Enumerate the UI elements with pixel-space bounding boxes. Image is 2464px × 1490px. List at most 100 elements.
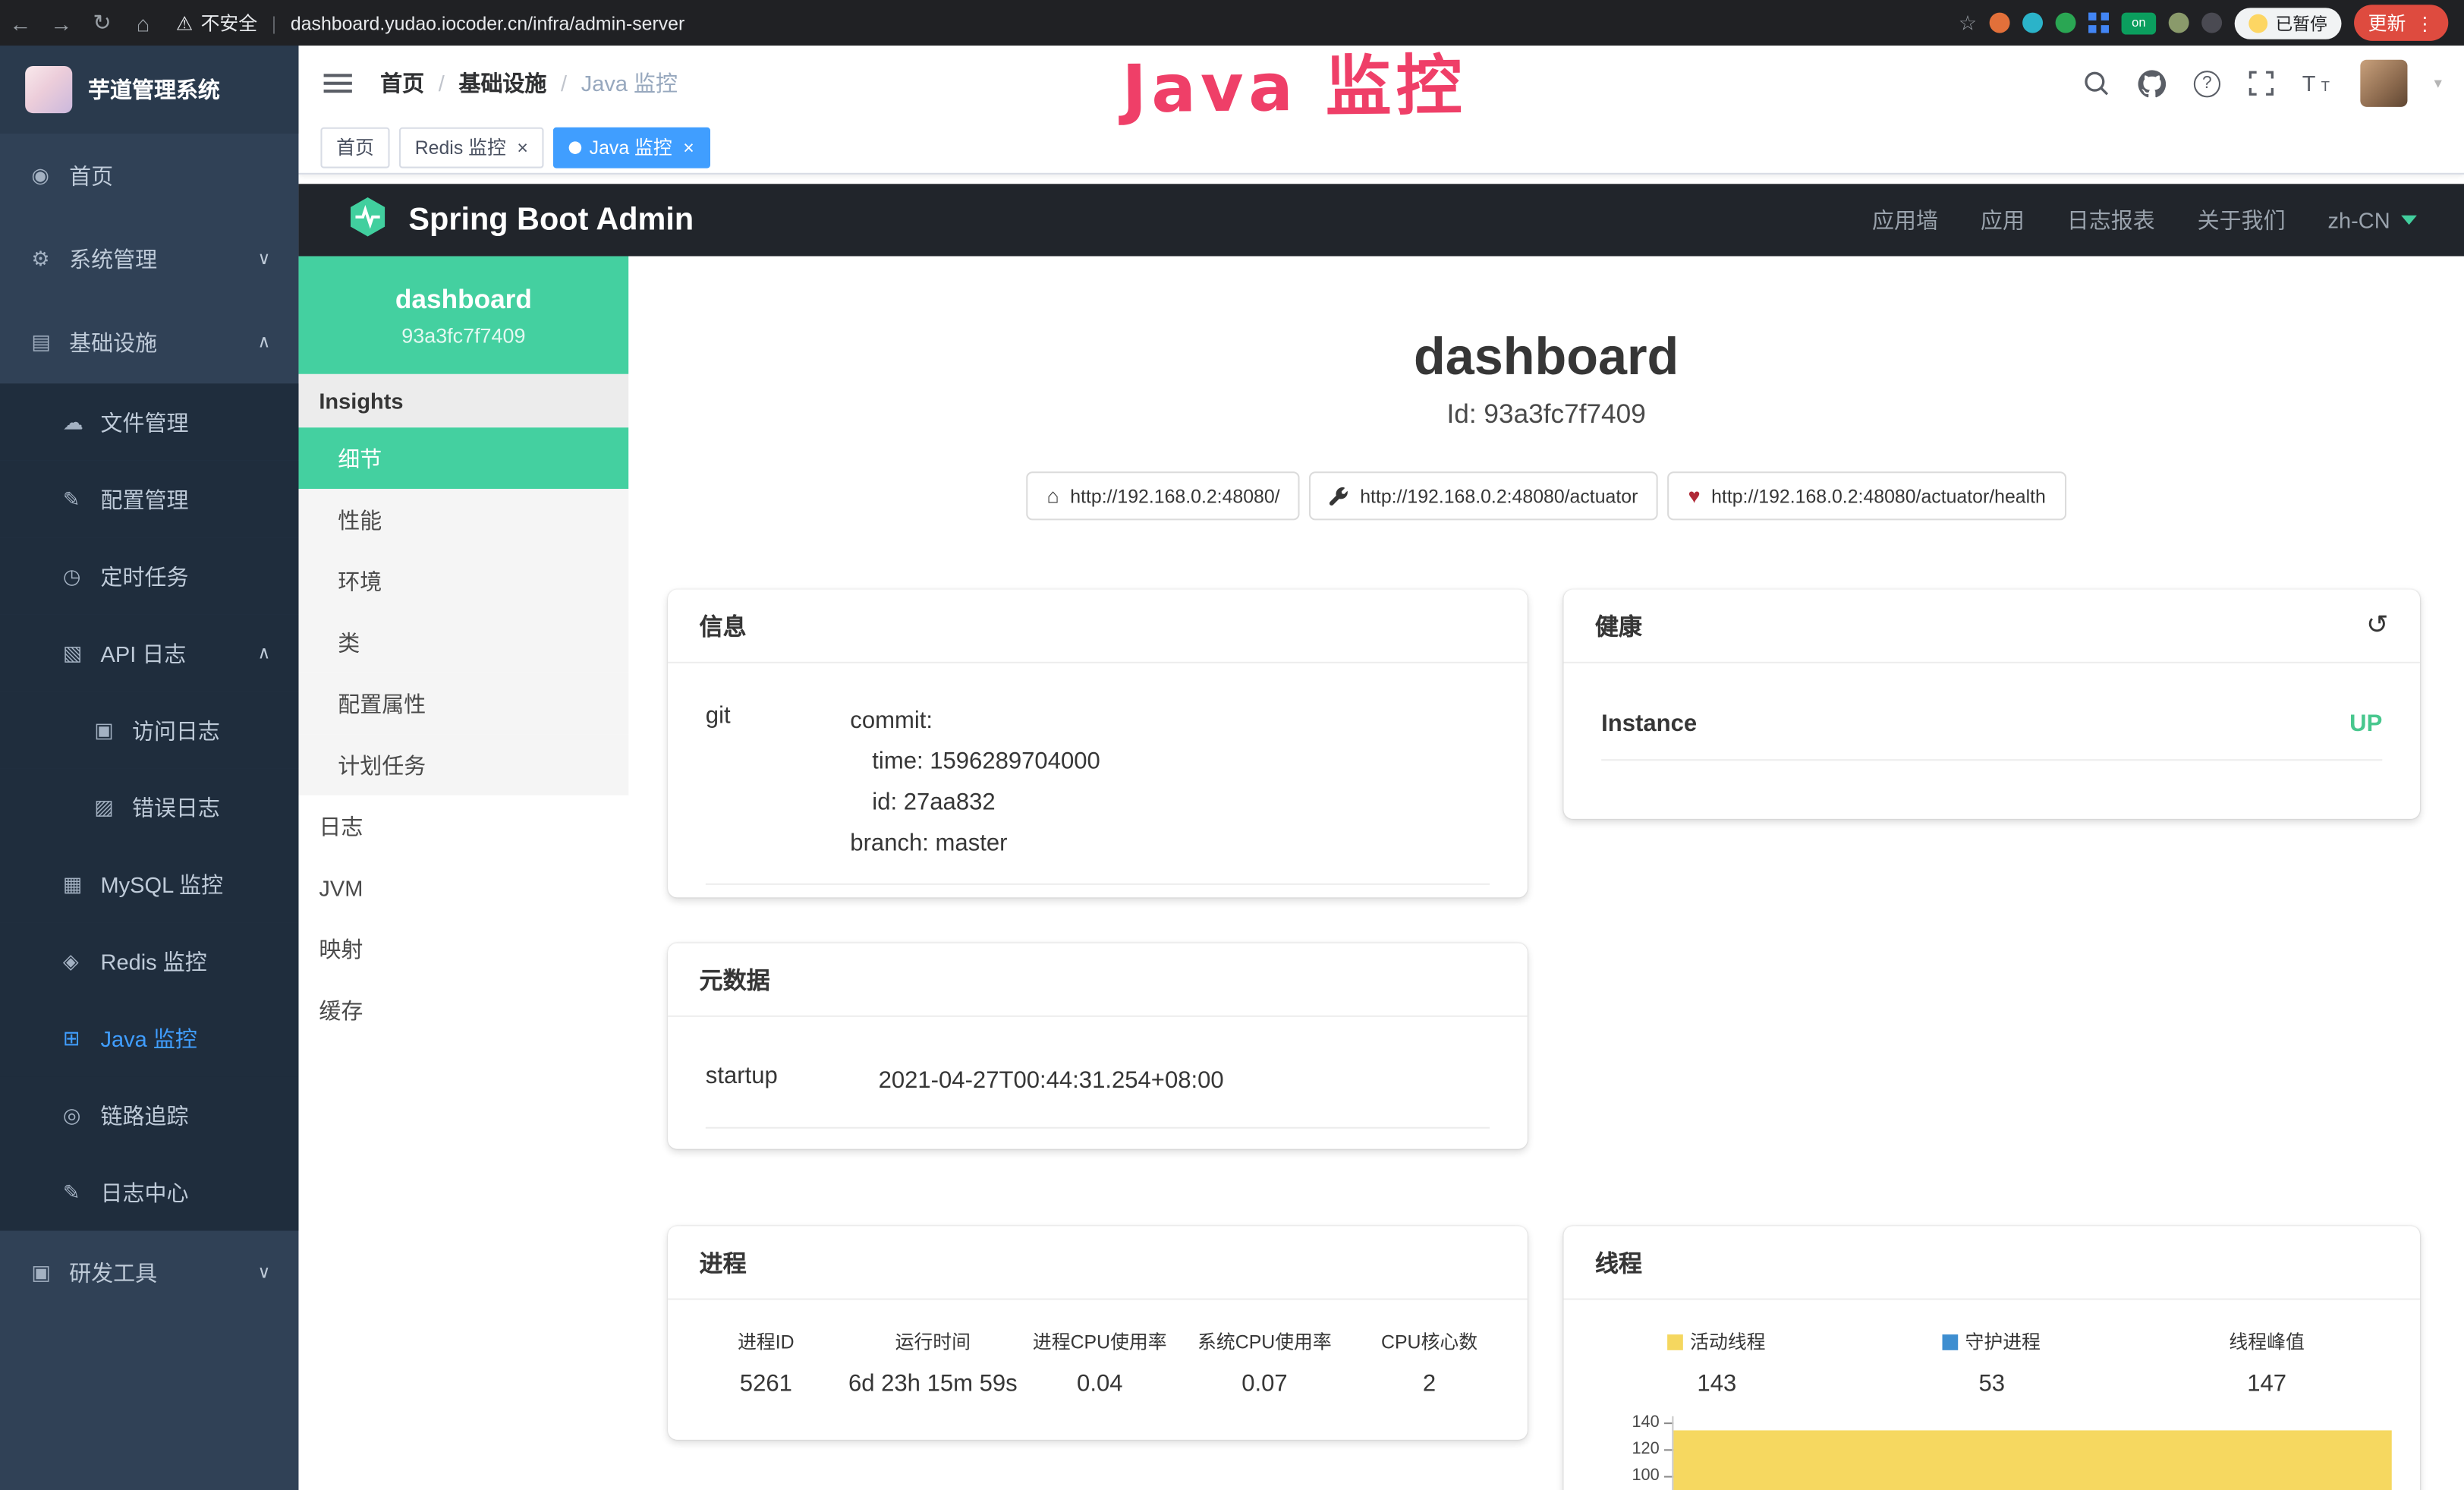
sidebar-item-label: 日志中心	[101, 1177, 189, 1208]
tab-home[interactable]: 首页	[320, 127, 389, 168]
tab-label: 首页	[336, 134, 374, 160]
browser-forward-icon[interactable]: →	[41, 10, 82, 35]
health-url-button[interactable]: ♥ http://192.168.0.2:48080/actuator/heal…	[1668, 471, 2066, 520]
breadcrumb-infrastructure[interactable]: 基础设施	[458, 68, 546, 99]
sidebar-item-tracing[interactable]: ◎ 链路追踪	[0, 1076, 298, 1153]
bookmark-star-icon[interactable]: ☆	[1959, 10, 1977, 35]
browser-back-icon[interactable]: ←	[0, 10, 41, 35]
extension-icon-green[interactable]	[2056, 13, 2076, 33]
extension-icon-dark[interactable]	[2201, 13, 2222, 33]
stat-value: 53	[1855, 1371, 2129, 1397]
update-button[interactable]: 更新 ⋮	[2354, 5, 2448, 41]
threads-chart: 140 120 100	[1673, 1416, 2391, 1490]
tab-java-monitor[interactable]: Java 监控 ×	[553, 127, 710, 168]
instance-header[interactable]: dashboard 93a3fc7f7409	[298, 257, 628, 374]
sidebar-item-java-monitor[interactable]: ⊞ Java 监控	[0, 1000, 298, 1076]
chevron-up-icon: ∧	[257, 332, 270, 352]
sba-navbar: Spring Boot Admin 应用墙 应用 日志报表 关于我们 zh-CN	[298, 184, 2464, 256]
spring-boot-admin-frame: Spring Boot Admin 应用墙 应用 日志报表 关于我们 zh-CN…	[298, 175, 2464, 1490]
gear-icon: ⚙	[31, 246, 69, 271]
java-icon: ⊞	[63, 1025, 101, 1051]
instance-title: dashboard	[628, 327, 2464, 387]
sidebar-item-label: Redis 监控	[101, 946, 207, 977]
sidebar-item-redis-monitor[interactable]: ◈ Redis 监控	[0, 923, 298, 1000]
infrastructure-icon: ▤	[31, 329, 69, 354]
instance-url-button[interactable]: ⌂ http://192.168.0.2:48080/	[1027, 471, 1301, 520]
stat-label: CPU核心数	[1347, 1328, 1512, 1355]
fullscreen-icon[interactable]	[2247, 69, 2275, 97]
address-bar[interactable]: ⚠ 不安全 | dashboard.yudao.iocoder.cn/infra…	[176, 9, 684, 36]
browser-home-icon[interactable]: ⌂	[123, 10, 164, 35]
user-avatar[interactable]	[2360, 60, 2407, 107]
nav-applications[interactable]: 应用	[1981, 204, 2025, 235]
sidebar-item-home[interactable]: ◉ 首页	[0, 134, 298, 217]
sidebar-item-config-management[interactable]: ✎ 配置管理	[0, 461, 298, 537]
help-icon[interactable]: ?	[2194, 70, 2220, 96]
search-icon[interactable]	[2082, 69, 2110, 97]
metadata-key: startup	[706, 1061, 879, 1102]
history-icon[interactable]: ↺	[2366, 610, 2389, 641]
breadcrumb-home[interactable]: 首页	[380, 68, 424, 99]
sidebar-item-label: 定时任务	[101, 560, 189, 591]
extension-icon-leaf[interactable]	[2169, 13, 2189, 33]
sidebar-item-label: 研发工具	[69, 1257, 157, 1288]
language-select[interactable]: zh-CN	[2328, 207, 2417, 232]
font-size-icon[interactable]: TT	[2302, 71, 2333, 96]
close-icon[interactable]: ×	[517, 136, 528, 158]
sba-item-details[interactable]: 细节	[298, 427, 628, 489]
stat-cpu-cores: CPU核心数 2	[1347, 1328, 1512, 1397]
sba-item-scheduled-tasks[interactable]: 计划任务	[298, 734, 628, 795]
sba-item-mappings[interactable]: 映射	[298, 918, 628, 979]
sba-item-caches[interactable]: 缓存	[298, 979, 628, 1041]
stat-label: 线程峰值	[2229, 1328, 2304, 1355]
sba-item-logs[interactable]: 日志	[298, 795, 628, 857]
warning-icon: ⚠	[176, 12, 193, 34]
github-icon[interactable]	[2137, 68, 2167, 98]
sidebar-item-api-logs[interactable]: ▧ API 日志 ∧	[0, 615, 298, 691]
card-title: 元数据	[700, 962, 770, 995]
extension-on-badge[interactable]: on	[2122, 12, 2157, 34]
mysql-icon: ▦	[63, 871, 101, 896]
sidebar-item-infrastructure[interactable]: ▤ 基础设施 ∧	[0, 301, 298, 384]
sba-item-environment[interactable]: 环境	[298, 550, 628, 612]
sba-item-jvm[interactable]: JVM	[298, 857, 628, 918]
nav-wall[interactable]: 应用墙	[1872, 204, 1938, 235]
sidebar-item-label: 首页	[69, 159, 113, 191]
sidebar-item-error-logs[interactable]: ▨ 错误日志	[0, 769, 298, 846]
sidebar-item-label: 基础设施	[69, 326, 157, 358]
metadata-row: startup 2021-04-27T00:44:31.254+08:00	[706, 1061, 1490, 1129]
browser-reload-icon[interactable]: ↻	[82, 9, 123, 36]
sidebar-item-label: 错误日志	[132, 792, 220, 823]
tab-label: Redis 监控	[415, 134, 506, 160]
brand-title[interactable]: Spring Boot Admin	[408, 202, 694, 238]
sidebar-item-system-management[interactable]: ⚙ 系统管理 ∨	[0, 217, 298, 301]
heart-icon: ♥	[1688, 484, 1701, 508]
tab-redis-monitor[interactable]: Redis 监控 ×	[399, 127, 544, 168]
chevron-down-icon[interactable]: ▾	[2434, 74, 2442, 92]
legend-live-threads-swatch	[1668, 1334, 1684, 1350]
sidebar-item-scheduled-jobs[interactable]: ◷ 定时任务	[0, 537, 298, 614]
sba-item-config-props[interactable]: 配置属性	[298, 673, 628, 734]
sba-item-classes[interactable]: 类	[298, 612, 628, 673]
stat-label: 运行时间	[848, 1328, 1018, 1355]
sidebar-item-file-management[interactable]: ☁ 文件管理	[0, 383, 298, 460]
nav-journal[interactable]: 日志报表	[2067, 204, 2155, 235]
sidebar-item-dev-tools[interactable]: ▣ 研发工具 ∨	[0, 1230, 298, 1314]
instance-links: ⌂ http://192.168.0.2:48080/ http://192.1…	[628, 471, 2464, 520]
paused-badge[interactable]: 已暂停	[2235, 7, 2342, 38]
kebab-icon[interactable]: ⋮	[2415, 12, 2434, 34]
hamburger-icon[interactable]	[324, 74, 352, 93]
sba-item-performance[interactable]: 性能	[298, 489, 628, 550]
git-time-line: time: 1596289704000	[850, 742, 1100, 783]
actuator-url-button[interactable]: http://192.168.0.2:48080/actuator	[1310, 471, 1658, 520]
sidebar-item-access-logs[interactable]: ▣ 访问日志	[0, 691, 298, 768]
info-git-row: git commit: time: 1596289704000 id: 27aa…	[706, 701, 1490, 885]
chevron-down-icon: ∨	[257, 248, 270, 269]
extension-grid-icon[interactable]	[2088, 13, 2109, 33]
nav-about[interactable]: 关于我们	[2198, 204, 2286, 235]
close-icon[interactable]: ×	[683, 136, 694, 158]
sidebar-item-log-center[interactable]: ✎ 日志中心	[0, 1154, 298, 1230]
extension-icon-teal[interactable]	[2022, 13, 2043, 33]
extension-icon-orange[interactable]	[1990, 13, 2010, 33]
sidebar-item-mysql-monitor[interactable]: ▦ MySQL 监控	[0, 846, 298, 922]
